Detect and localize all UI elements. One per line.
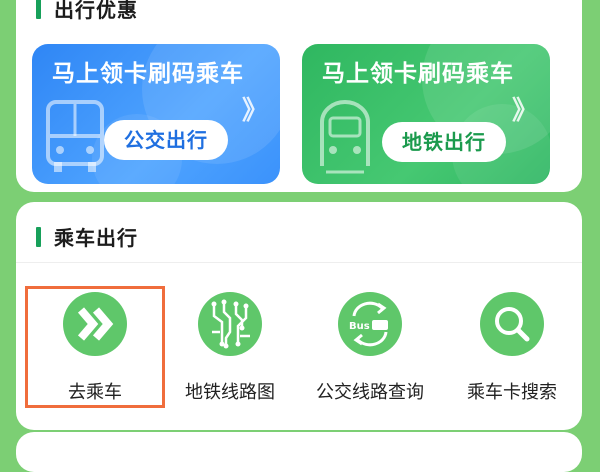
metro-map-icon — [198, 292, 262, 356]
double-chevron-right-icon — [63, 292, 127, 356]
travel-discount-card: 出行优惠 马上领卡刷码乘车 公交出行 》 马上领卡刷码乘车 地铁出行 》 — [16, 0, 582, 192]
section-accent-bar — [36, 0, 41, 19]
bus-route-query-tile[interactable]: Bus 公交线路查询 — [300, 286, 440, 408]
ride-card-search-tile[interactable]: 乘车卡搜索 — [442, 286, 582, 408]
next-section-card — [16, 432, 582, 472]
double-chevron-right-icon: 》 — [241, 96, 268, 126]
tile-label: 乘车卡搜索 — [467, 382, 557, 403]
section-header-ride: 乘车出行 — [36, 222, 138, 251]
bus-ride-banner[interactable]: 马上领卡刷码乘车 公交出行 》 — [32, 44, 280, 184]
section-title: 出行优惠 — [54, 0, 138, 22]
metro-ride-banner[interactable]: 马上领卡刷码乘车 地铁出行 》 — [302, 44, 550, 184]
bus-icon-text: Bus — [349, 321, 370, 332]
bus-icon — [46, 100, 104, 172]
bus-route-swap-icon: Bus — [338, 292, 402, 356]
metro-map-tile[interactable]: 地铁线路图 — [160, 286, 300, 408]
banner-title: 马上领卡刷码乘车 — [322, 61, 514, 87]
double-chevron-right-icon: 》 — [511, 96, 538, 126]
section-divider — [16, 262, 582, 263]
section-title: 乘车出行 — [54, 226, 138, 250]
section-header-discount: 出行优惠 — [36, 0, 138, 23]
banner-title: 马上领卡刷码乘车 — [52, 61, 244, 87]
metro-train-icon — [320, 100, 370, 174]
search-icon — [480, 292, 544, 356]
bus-ride-button[interactable]: 公交出行 — [104, 120, 228, 160]
metro-ride-button[interactable]: 地铁出行 — [382, 122, 506, 162]
section-accent-bar — [36, 226, 41, 247]
